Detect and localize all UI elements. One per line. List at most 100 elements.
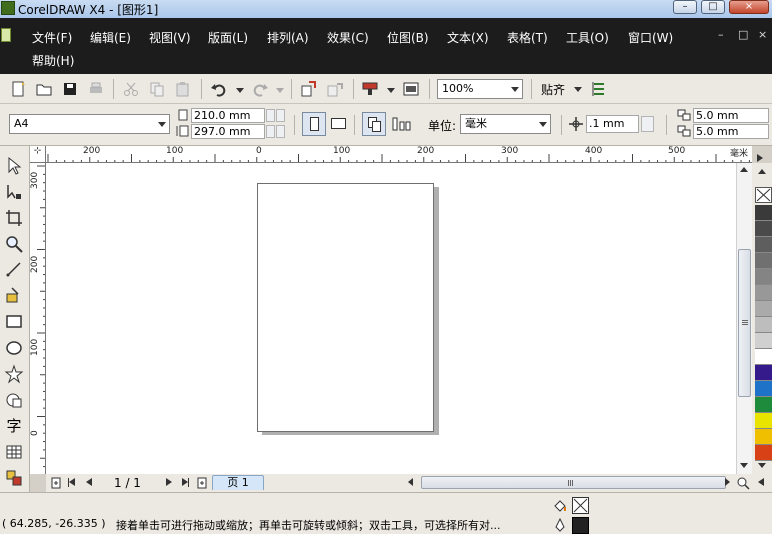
paste-icon[interactable] (174, 80, 192, 98)
duplicate-x-input[interactable]: 5.0 mm (693, 108, 769, 123)
duplicate-y-input[interactable]: 5.0 mm (693, 124, 769, 139)
palette-scroll-up-icon[interactable] (758, 169, 766, 174)
save-icon[interactable] (61, 80, 79, 98)
smart-fill-tool-icon[interactable] (4, 286, 24, 306)
menu-file[interactable]: 文件(F) (32, 29, 72, 46)
nudge-input[interactable]: .1 mm (586, 115, 639, 133)
close-button[interactable]: × (729, 0, 769, 14)
menu-table[interactable]: 表格(T) (507, 29, 548, 46)
welcome-screen-icon[interactable] (402, 80, 420, 98)
launcher-dropdown-icon[interactable] (387, 88, 395, 93)
doc-close-button[interactable]: × (758, 28, 767, 41)
no-color-swatch[interactable] (755, 187, 772, 203)
color-swatch[interactable] (755, 413, 772, 429)
first-page-icon[interactable] (69, 478, 75, 486)
color-swatch[interactable] (755, 285, 772, 301)
zoom-dropdown-icon[interactable] (511, 87, 519, 92)
portrait-button[interactable] (302, 112, 326, 136)
menu-layout[interactable]: 版面(L) (208, 29, 248, 46)
pick-tool-icon[interactable] (4, 156, 24, 176)
landscape-icon[interactable] (331, 118, 346, 129)
vertical-scrollbar[interactable] (736, 163, 752, 474)
text-tool-icon[interactable]: 字 (4, 416, 24, 436)
menu-edit[interactable]: 编辑(E) (90, 29, 131, 46)
ruler-origin[interactable]: ⊹ (30, 146, 46, 163)
document-icon[interactable] (1, 28, 11, 42)
width-spinner[interactable] (266, 109, 275, 122)
polygon-tool-icon[interactable] (4, 364, 24, 384)
menu-view[interactable]: 视图(V) (149, 29, 191, 46)
freehand-tool-icon[interactable] (4, 260, 24, 280)
outline-pen-icon[interactable] (552, 517, 568, 533)
import-icon[interactable] (300, 80, 318, 98)
navigator-zoom-icon[interactable] (736, 476, 750, 490)
doc-minimize-button[interactable]: – (718, 28, 724, 41)
application-launcher-icon[interactable] (361, 80, 379, 98)
color-swatch[interactable] (755, 381, 772, 397)
unit-dropdown-icon[interactable] (539, 122, 547, 127)
color-swatch[interactable] (755, 349, 772, 365)
color-swatch[interactable] (755, 365, 772, 381)
zoom-tool-icon[interactable] (4, 234, 24, 254)
crop-tool-icon[interactable] (4, 208, 24, 228)
add-page-before-icon[interactable] (50, 477, 62, 489)
basic-shapes-tool-icon[interactable] (4, 390, 24, 410)
page-a4[interactable] (257, 183, 434, 432)
doc-restore-button[interactable]: □ (738, 28, 748, 41)
vertical-ruler[interactable]: 300 200 100 0 (30, 163, 46, 474)
page-width-input[interactable]: 210.0 mm (191, 108, 265, 123)
color-swatch[interactable] (755, 253, 772, 269)
table-tool-icon[interactable] (4, 442, 24, 462)
color-swatch[interactable] (755, 205, 772, 221)
page-height-input[interactable]: 297.0 mm (191, 124, 265, 139)
open-folder-icon[interactable] (35, 80, 53, 98)
last-page-bar[interactable] (188, 478, 189, 487)
menu-window[interactable]: 窗口(W) (628, 29, 673, 46)
scroll-up-icon[interactable] (740, 167, 748, 172)
horizontal-scroll-thumb[interactable] (421, 476, 726, 489)
color-swatch[interactable] (755, 221, 772, 237)
fill-color-swatch[interactable] (572, 497, 589, 514)
previous-page-icon[interactable] (86, 478, 92, 486)
scroll-down-icon[interactable] (740, 463, 748, 468)
color-swatch[interactable] (755, 333, 772, 349)
horizontal-ruler[interactable]: 200 100 0 100 200 300 400 500 毫米 (46, 146, 752, 163)
menu-text[interactable]: 文本(X) (447, 29, 489, 46)
width-spinner-up[interactable] (276, 109, 285, 122)
rectangle-tool-icon[interactable] (4, 312, 24, 332)
snap-to-button[interactable]: 贴齐 (541, 81, 565, 98)
menu-effects[interactable]: 效果(C) (327, 29, 369, 46)
color-swatch[interactable] (755, 429, 772, 445)
unit-select[interactable]: 毫米 (460, 114, 551, 134)
menu-help[interactable]: 帮助(H) (32, 52, 74, 69)
interactive-blend-tool-icon[interactable] (4, 468, 24, 488)
palette-scroll-down-icon[interactable] (758, 463, 766, 468)
paper-size-select[interactable]: A4 (9, 114, 170, 134)
palette-expand-icon[interactable] (758, 478, 764, 486)
undo-icon[interactable] (210, 80, 228, 98)
height-spinner-up[interactable] (276, 125, 285, 138)
scroll-right-icon[interactable] (725, 478, 730, 486)
menu-arrange[interactable]: 排列(A) (267, 29, 309, 46)
export-icon[interactable] (326, 80, 344, 98)
redo-dropdown-icon[interactable] (276, 88, 284, 93)
height-spinner[interactable] (266, 125, 275, 138)
color-swatch[interactable] (755, 317, 772, 333)
all-pages-button[interactable] (362, 112, 386, 136)
color-swatch[interactable] (755, 397, 772, 413)
shape-tool-icon[interactable] (4, 182, 24, 202)
next-page-icon[interactable] (166, 478, 172, 486)
minimize-button[interactable]: – (673, 0, 697, 14)
nudge-spinner[interactable] (641, 116, 654, 132)
new-file-icon[interactable] (10, 80, 28, 98)
color-swatch[interactable] (755, 301, 772, 317)
menu-bitmaps[interactable]: 位图(B) (387, 29, 429, 46)
redo-icon[interactable] (251, 80, 269, 98)
fill-bucket-icon[interactable] (552, 498, 568, 514)
current-page-icon[interactable] (391, 116, 411, 132)
cut-icon[interactable] (122, 80, 140, 98)
outline-color-swatch[interactable] (572, 517, 589, 534)
copy-icon[interactable] (148, 80, 166, 98)
color-swatch[interactable] (755, 237, 772, 253)
color-swatch[interactable] (755, 269, 772, 285)
